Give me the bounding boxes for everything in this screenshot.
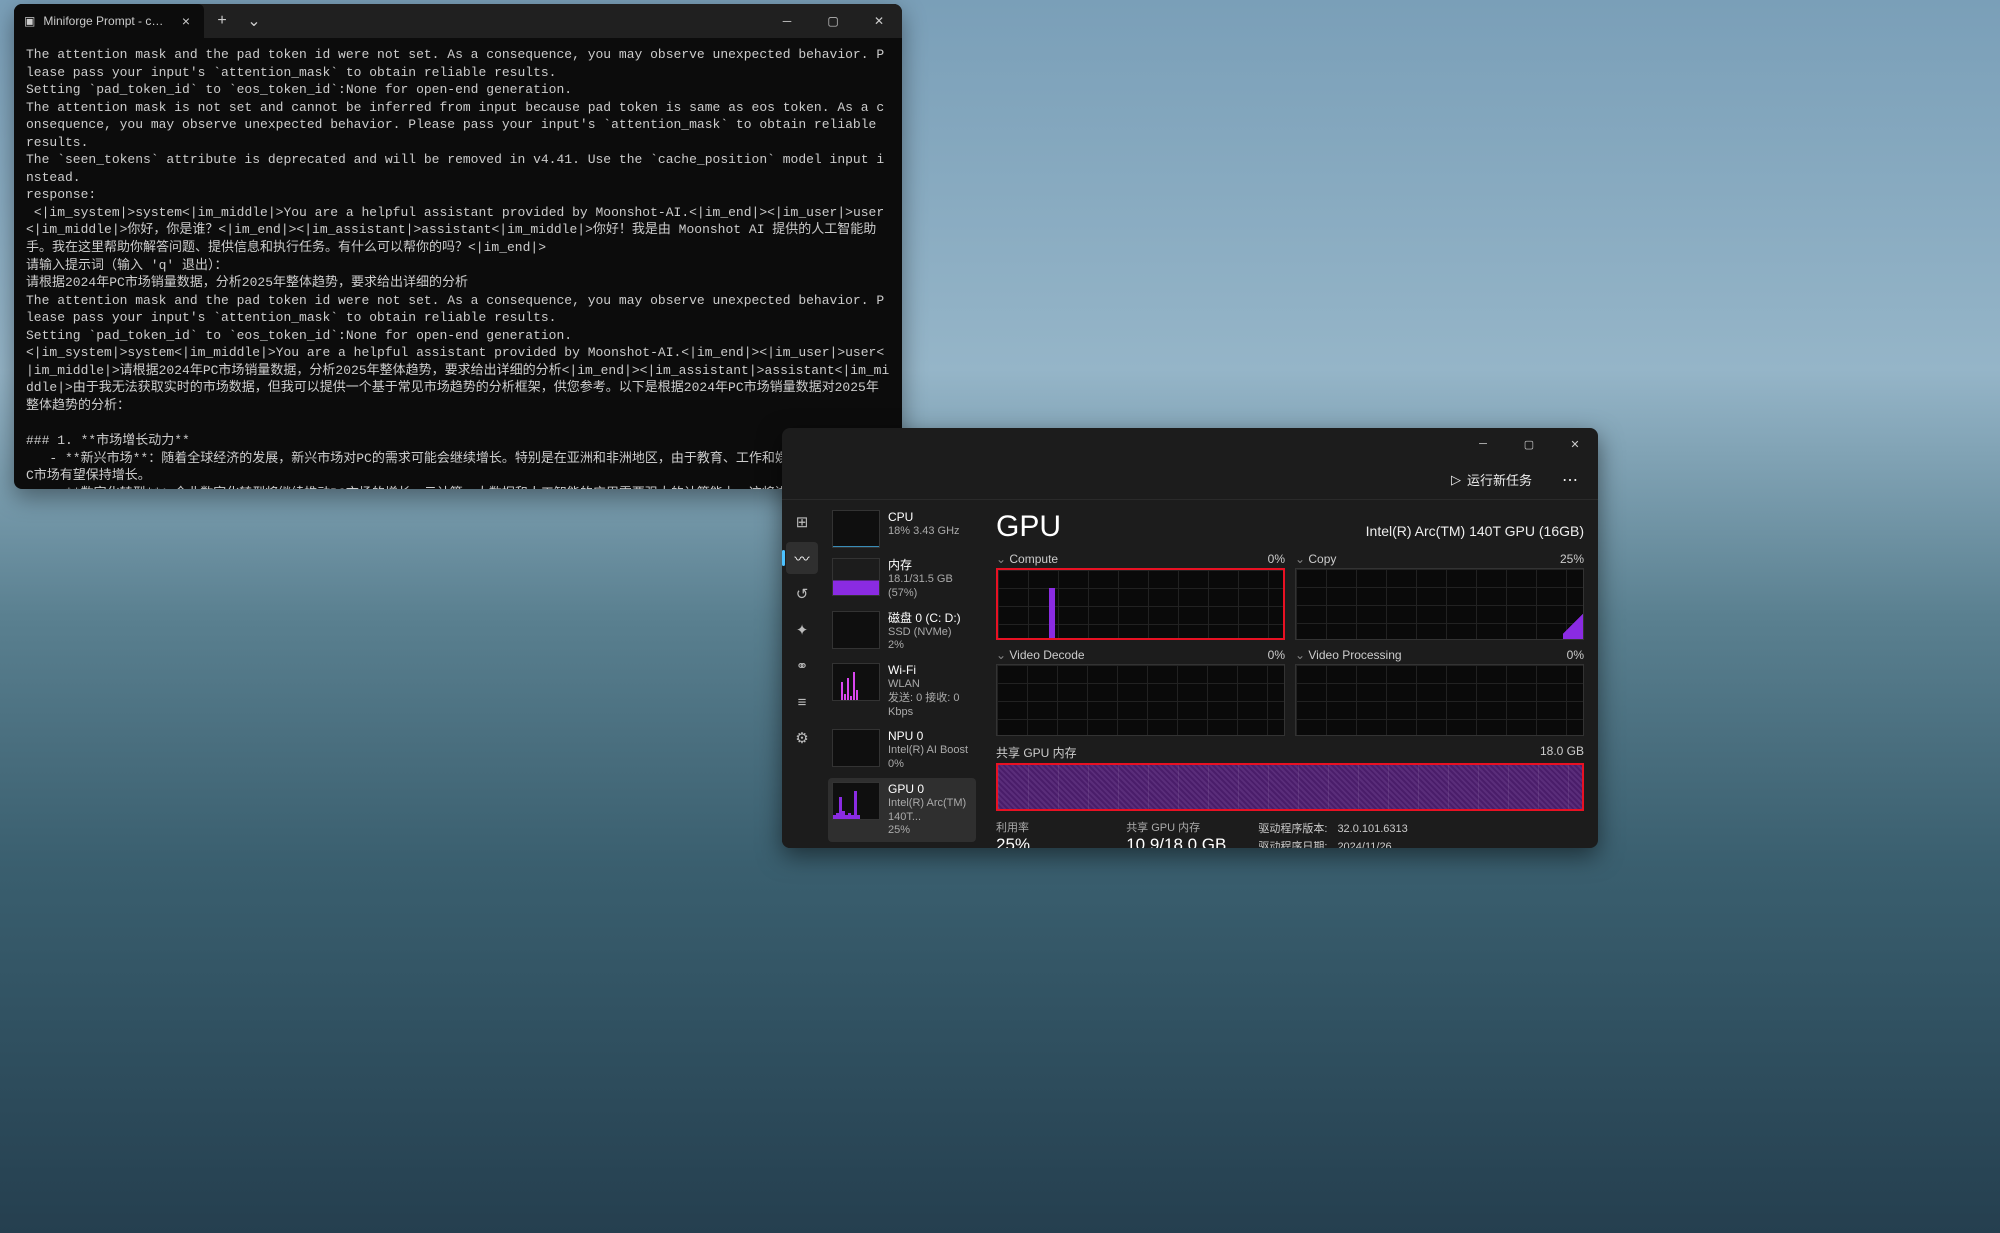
- tab-dropdown-icon[interactable]: ⌄: [238, 11, 270, 31]
- sidebar-item-cpu[interactable]: CPU 18% 3.43 GHz: [828, 506, 976, 552]
- npu-sub2: 0%: [888, 758, 968, 772]
- taskmgr-titlebar[interactable]: ─ ▢ ✕: [782, 428, 1598, 460]
- video-proc-chart: [1295, 664, 1584, 736]
- driver-info: 驱动程序版本:32.0.101.6313 驱动程序日期:2024/11/26 D…: [1256, 819, 1431, 848]
- gpu-panel-title: GPU: [996, 510, 1061, 544]
- minimize-button[interactable]: ─: [1460, 428, 1506, 460]
- video-decode-chart: [996, 664, 1285, 736]
- sidebar-item-disk[interactable]: 磁盘 0 (C: D:) SSD (NVMe) 2%: [828, 607, 976, 658]
- close-button[interactable]: ✕: [1552, 428, 1598, 460]
- gpu-thumb: [832, 782, 880, 820]
- compute-pct: 0%: [1268, 552, 1285, 566]
- terminal-tab[interactable]: ▣ Miniforge Prompt - conda act ×: [14, 4, 204, 38]
- terminal-window: ▣ Miniforge Prompt - conda act × + ⌄ ─ ▢…: [14, 4, 902, 489]
- cpu-value: 18% 3.43 GHz: [888, 525, 960, 539]
- cpu-title: CPU: [888, 510, 960, 525]
- nav-services-icon[interactable]: ⚙: [786, 722, 818, 754]
- sidebar-item-gpu[interactable]: GPU 0 Intel(R) Arc(TM) 140T... 25%: [828, 778, 976, 842]
- taskmgr-toolbar: ▷ 运行新任务 ⋯: [782, 460, 1598, 500]
- run-task-icon: ▷: [1451, 472, 1461, 488]
- nav-performance-icon[interactable]: 〰: [786, 542, 818, 574]
- disk-thumb: [832, 611, 880, 649]
- wifi-title: Wi-Fi: [888, 663, 972, 678]
- shared-value: 10.9/18.0 GB: [1126, 835, 1226, 848]
- memory-title: 内存: [888, 558, 972, 573]
- minimize-button[interactable]: ─: [764, 4, 810, 38]
- terminal-tab-title: Miniforge Prompt - conda act: [43, 14, 169, 28]
- gpu-detail-panel: GPU Intel(R) Arc(TM) 140T GPU (16GB) ⌄ C…: [982, 500, 1598, 848]
- copy-label[interactable]: ⌄ Copy: [1295, 552, 1336, 566]
- nav-history-icon[interactable]: ↺: [786, 578, 818, 610]
- video-proc-label[interactable]: ⌄ Video Processing: [1295, 648, 1402, 662]
- gpu-title: GPU 0: [888, 782, 972, 797]
- new-tab-button[interactable]: +: [206, 12, 238, 30]
- taskmgr-nav: ⊞ 〰 ↺ ✦ ⚭ ≡ ⚙: [782, 500, 822, 848]
- terminal-titlebar[interactable]: ▣ Miniforge Prompt - conda act × + ⌄ ─ ▢…: [14, 4, 902, 38]
- video-decode-pct: 0%: [1268, 648, 1285, 662]
- nav-details-icon[interactable]: ≡: [786, 686, 818, 718]
- task-manager-window: ─ ▢ ✕ ▷ 运行新任务 ⋯ ⊞ 〰 ↺ ✦ ⚭ ≡ ⚙ CPU 18% 3.…: [782, 428, 1598, 848]
- memory-thumb: [832, 558, 880, 596]
- util-value: 25%: [996, 835, 1096, 848]
- npu-sub1: Intel(R) AI Boost: [888, 744, 968, 758]
- npu-thumb: [832, 729, 880, 767]
- wifi-sub2: 发送: 0 接收: 0 Kbps: [888, 692, 972, 720]
- gpu-device-name: Intel(R) Arc(TM) 140T GPU (16GB): [1366, 523, 1584, 539]
- gpu-sub2: 25%: [888, 824, 972, 838]
- sidebar-item-memory[interactable]: 内存 18.1/31.5 GB (57%): [828, 554, 976, 605]
- disk-title: 磁盘 0 (C: D:): [888, 611, 961, 626]
- gpu-sub1: Intel(R) Arc(TM) 140T...: [888, 797, 972, 825]
- cpu-thumb: [832, 510, 880, 548]
- run-new-task-button[interactable]: ▷ 运行新任务: [1441, 464, 1542, 495]
- npu-title: NPU 0: [888, 729, 968, 744]
- shared-mem-max: 18.0 GB: [1540, 744, 1584, 761]
- sidebar-item-wifi[interactable]: Wi-Fi WLAN 发送: 0 接收: 0 Kbps: [828, 659, 976, 723]
- sidebar-item-npu[interactable]: NPU 0 Intel(R) AI Boost 0%: [828, 725, 976, 776]
- util-label: 利用率: [996, 819, 1096, 835]
- nav-users-icon[interactable]: ⚭: [786, 650, 818, 682]
- shared-label: 共享 GPU 内存: [1126, 819, 1226, 835]
- wifi-sub1: WLAN: [888, 678, 972, 692]
- shared-mem-label: 共享 GPU 内存: [996, 744, 1077, 761]
- run-task-label: 运行新任务: [1467, 470, 1532, 489]
- memory-value: 18.1/31.5 GB (57%): [888, 573, 972, 601]
- nav-startup-icon[interactable]: ✦: [786, 614, 818, 646]
- terminal-output[interactable]: The attention mask and the pad token id …: [14, 38, 902, 489]
- terminal-icon: ▣: [24, 14, 35, 28]
- more-button[interactable]: ⋯: [1552, 464, 1588, 496]
- close-button[interactable]: ✕: [856, 4, 902, 38]
- compute-chart: [996, 568, 1285, 640]
- disk-sub1: SSD (NVMe): [888, 626, 961, 640]
- maximize-button[interactable]: ▢: [1506, 428, 1552, 460]
- compute-label[interactable]: ⌄ Compute: [996, 552, 1058, 566]
- video-proc-pct: 0%: [1567, 648, 1584, 662]
- wifi-thumb: [832, 663, 880, 701]
- tab-close-icon[interactable]: ×: [178, 13, 194, 29]
- disk-sub2: 2%: [888, 639, 961, 653]
- copy-pct: 25%: [1560, 552, 1584, 566]
- nav-processes-icon[interactable]: ⊞: [786, 506, 818, 538]
- performance-sidebar: CPU 18% 3.43 GHz 内存 18.1/31.5 GB (57%) 磁…: [822, 500, 982, 848]
- shared-memory-chart: [996, 763, 1584, 811]
- copy-chart: [1295, 568, 1584, 640]
- maximize-button[interactable]: ▢: [810, 4, 856, 38]
- video-decode-label[interactable]: ⌄ Video Decode: [996, 648, 1085, 662]
